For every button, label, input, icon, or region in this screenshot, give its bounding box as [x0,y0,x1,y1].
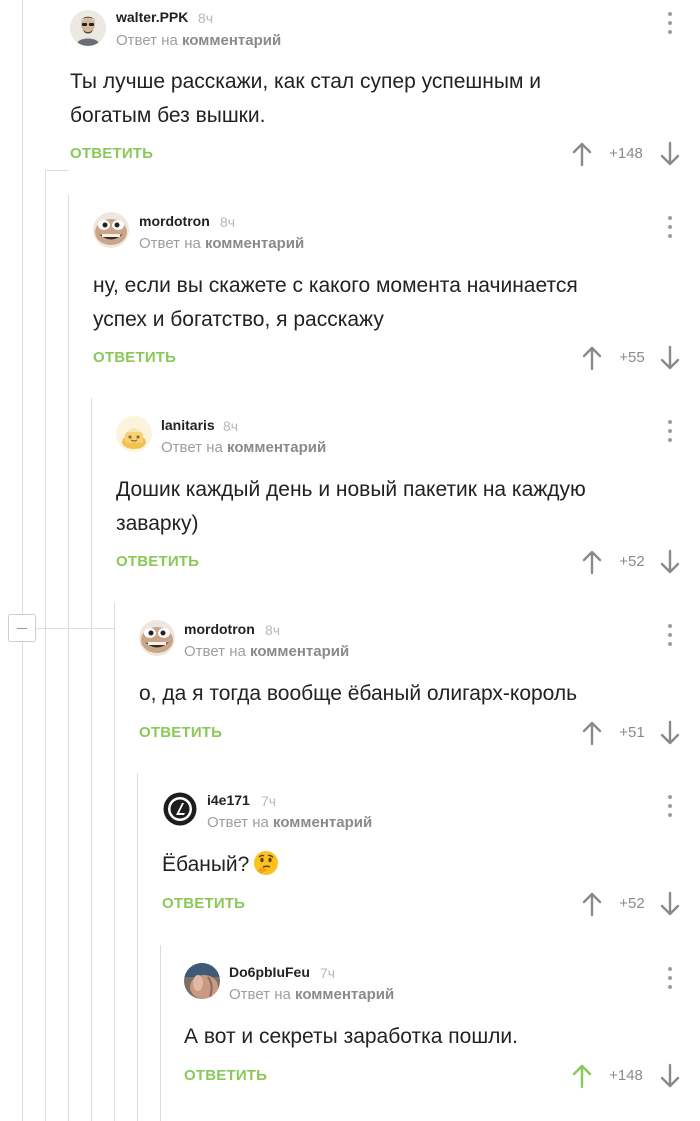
comment-author[interactable]: Do6pbIuFeu [229,964,310,980]
comment-time: 7ч [261,793,277,809]
rating-count: +51 [619,724,645,741]
downvote-arrow-icon[interactable] [658,891,682,917]
reply-button[interactable]: ОТВЕТИТЬ [184,1067,267,1084]
reply-to-prefix: Ответ на [161,439,223,456]
comment-author[interactable]: mordotron [139,213,210,229]
thread-line [68,195,69,1121]
reply-to-prefix: Ответ на [207,814,269,831]
upvote-arrow-icon[interactable] [570,141,594,167]
comment-text-line: заварку) [116,512,199,535]
more-options-icon[interactable] [664,418,676,444]
thread-line [137,773,138,1121]
comment-time: 8ч [220,214,236,230]
user-avatar-icon[interactable] [116,416,152,452]
reply-to-link[interactable]: Ответ на комментарий [184,643,349,660]
more-options-icon[interactable] [664,214,676,240]
comment-text-content: Ёбаный? [162,853,250,876]
comment-text: Ты лучше расскажи, как стал супер успешн… [70,65,541,133]
comment-time: 8ч [198,10,214,26]
user-avatar-icon[interactable] [162,791,198,827]
user-avatar-icon[interactable] [70,10,106,46]
reply-to-target: комментарий [295,986,395,1003]
comment-time: 8ч [223,418,239,434]
downvote-arrow-icon[interactable] [658,720,682,746]
user-avatar-icon[interactable] [139,620,175,656]
comment-text-line: успех и богатство, я расскажу [93,308,384,331]
comment-author[interactable]: mordotron [184,621,255,637]
user-avatar-icon[interactable] [184,963,220,999]
reply-button[interactable]: ОТВЕТИТЬ [116,553,199,570]
reply-to-target: комментарий [205,235,305,252]
upvote-arrow-icon[interactable] [580,549,604,575]
reply-to-prefix: Ответ на [116,32,178,49]
comment-text: о, да я тогда вообще ёбаный олигарх-коро… [139,677,577,711]
more-options-icon[interactable] [664,10,676,36]
thread-connector [36,628,114,629]
downvote-arrow-icon[interactable] [658,141,682,167]
thread-line [45,170,46,1121]
reply-to-link[interactable]: Ответ на комментарий [229,986,394,1003]
downvote-arrow-icon[interactable] [658,345,682,371]
reply-to-target: комментарий [250,643,350,660]
collapse-thread-button[interactable] [8,614,36,642]
comment-text-line: А вот и секреты заработка пошли. [184,1025,518,1048]
comment-text: А вот и секреты заработка пошли. [184,1020,518,1054]
upvote-arrow-icon[interactable] [580,891,604,917]
comment-time: 7ч [320,965,336,981]
comment-time: 8ч [265,622,281,638]
comment-text-line: ну, если вы скажете с какого момента нач… [93,274,578,297]
comment-text-line: Ты лучше расскажи, как стал супер успешн… [70,70,541,93]
comment-author[interactable]: lanitaris [161,417,215,433]
thread-line [160,945,161,1121]
reply-to-prefix: Ответ на [184,643,246,660]
reply-to-prefix: Ответ на [229,986,291,1003]
more-options-icon[interactable] [664,965,676,991]
reply-button[interactable]: ОТВЕТИТЬ [93,349,176,366]
thinking-face-emoji [254,851,279,875]
comment-text-line: Ёбаный? [162,848,279,882]
downvote-arrow-icon[interactable] [658,1063,682,1089]
comment-text: ну, если вы скажете с какого момента нач… [93,269,578,337]
thread-line [22,0,23,1121]
comment-author[interactable]: i4e171 [207,792,250,808]
comment-text-line: о, да я тогда вообще ёбаный олигарх-коро… [139,682,578,705]
reply-to-link[interactable]: Ответ на комментарий [116,32,281,49]
thread-line [114,603,115,1121]
user-avatar-icon[interactable] [93,212,129,248]
reply-button[interactable]: ОТВЕТИТЬ [70,145,153,162]
reply-to-link[interactable]: Ответ на комментарий [207,814,372,831]
reply-to-link[interactable]: Ответ на комментарий [139,235,304,252]
rating-count: +148 [609,1067,643,1084]
more-options-icon[interactable] [664,793,676,819]
reply-to-target: комментарий [273,814,373,831]
comment-author[interactable]: walter.PPK [116,9,188,25]
upvote-arrow-icon[interactable] [580,345,604,371]
downvote-arrow-icon[interactable] [658,549,682,575]
rating-count: +55 [619,349,645,366]
reply-to-target: комментарий [227,439,327,456]
reply-to-link[interactable]: Ответ на комментарий [161,439,326,456]
reply-to-target: комментарий [182,32,282,49]
rating-count: +52 [619,553,645,570]
comment-text: Ёбаный? [162,848,279,882]
reply-button[interactable]: ОТВЕТИТЬ [139,724,222,741]
comment-text: Дошик каждый день и новый пакетик на каж… [116,473,586,541]
upvote-arrow-icon[interactable] [570,1063,594,1089]
comment-text-line: богатым без вышки. [70,104,266,127]
thread-connector [45,170,69,171]
rating-count: +52 [619,895,645,912]
upvote-arrow-icon[interactable] [580,720,604,746]
more-options-icon[interactable] [664,622,676,648]
thread-line [91,398,92,1121]
reply-button[interactable]: ОТВЕТИТЬ [162,895,245,912]
reply-to-prefix: Ответ на [139,235,201,252]
comment-text-line: Дошик каждый день и новый пакетик на каж… [116,478,586,501]
rating-count: +148 [609,145,643,162]
